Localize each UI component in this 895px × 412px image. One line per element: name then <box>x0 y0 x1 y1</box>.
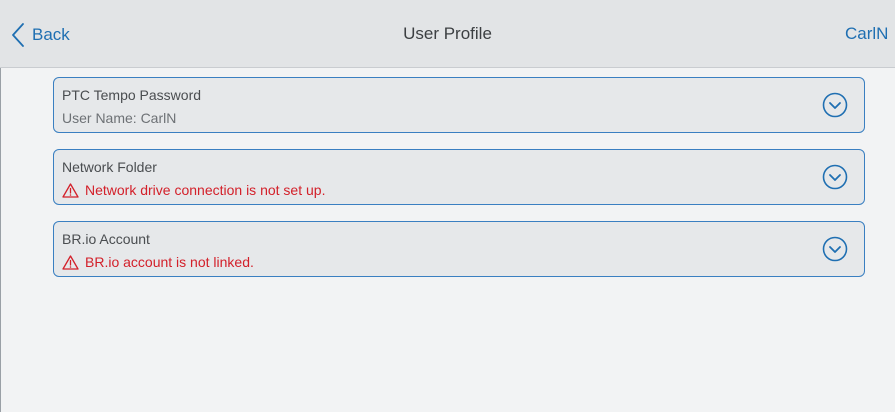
card-error-message: Network drive connection is not set up. <box>62 182 325 198</box>
user-name-link[interactable]: CarlN <box>845 24 895 44</box>
user-profile-screen: Back User Profile CarlN PTC Tempo Passwo… <box>0 0 895 412</box>
warning-icon <box>62 254 79 270</box>
card-title: BR.io Account <box>62 231 150 247</box>
top-bar: Back User Profile CarlN <box>0 0 895 68</box>
warning-icon <box>62 182 79 198</box>
br-io-account-card[interactable]: BR.io Account BR.io account is not linke… <box>53 221 865 277</box>
card-title: PTC Tempo Password <box>62 87 202 103</box>
profile-settings-list: PTC Tempo Password User Name: CarlN Netw… <box>53 77 865 293</box>
card-subtitle-text: Network drive connection is not set up. <box>85 182 326 198</box>
chevron-down-circle-icon[interactable] <box>822 92 848 118</box>
network-folder-card[interactable]: Network Folder Network drive connection … <box>53 149 865 205</box>
card-error-message: BR.io account is not linked. <box>62 254 254 270</box>
card-subtitle-text: User Name: CarlN <box>62 110 177 126</box>
card-subtitle: User Name: CarlN <box>62 110 176 126</box>
card-title: Network Folder <box>62 159 157 175</box>
chevron-down-circle-icon[interactable] <box>822 236 848 262</box>
ptc-tempo-password-card[interactable]: PTC Tempo Password User Name: CarlN <box>53 77 865 133</box>
card-subtitle-text: BR.io account is not linked. <box>85 254 254 270</box>
chevron-down-circle-icon[interactable] <box>822 164 848 190</box>
page-title: User Profile <box>403 24 492 43</box>
